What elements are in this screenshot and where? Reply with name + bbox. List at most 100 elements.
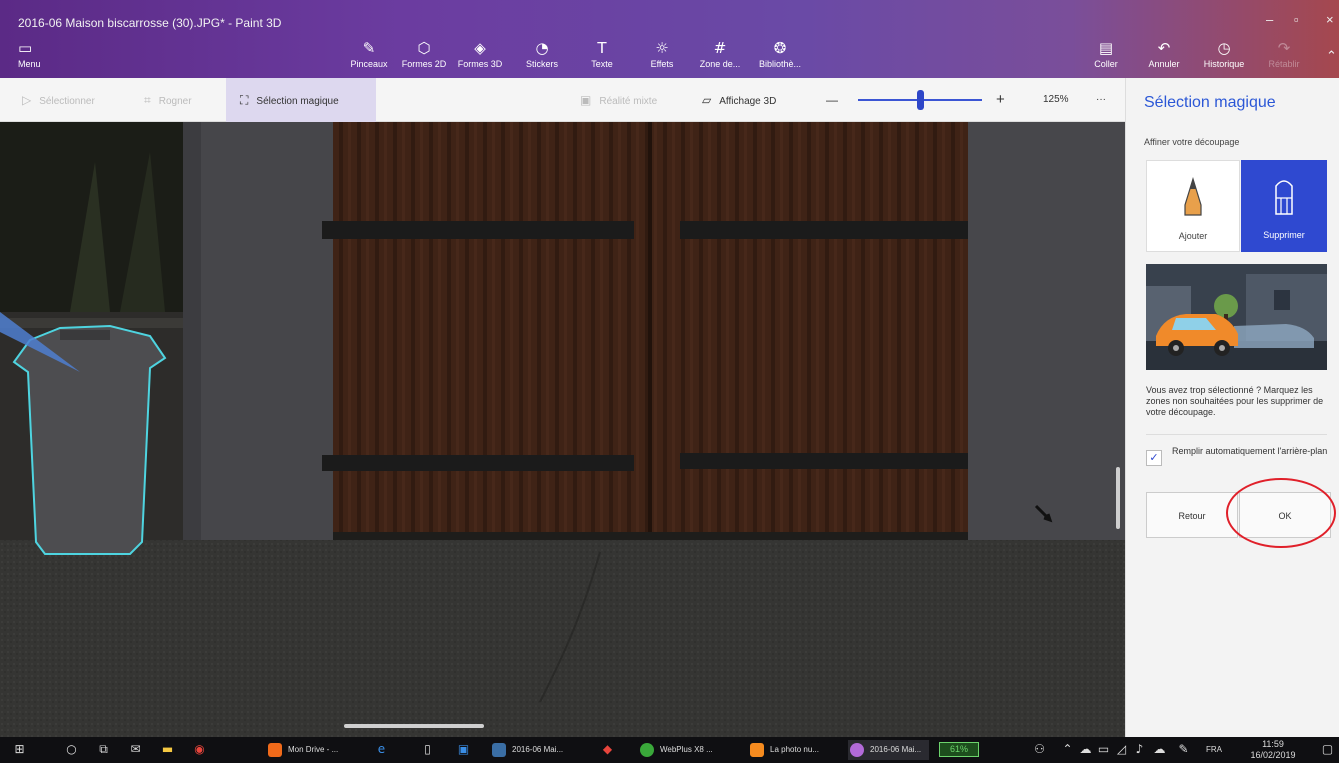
- photo-garage-door: [0, 122, 1125, 737]
- maximize-button[interactable]: ▫: [1294, 12, 1299, 27]
- battery-tray-icon[interactable]: ▭: [1096, 742, 1111, 757]
- sticker-icon: ◔: [535, 39, 549, 57]
- more-options-button[interactable]: ···: [1096, 78, 1106, 122]
- redo-icon: ↷: [1277, 39, 1291, 57]
- vertical-scrollbar[interactable]: [1116, 467, 1120, 529]
- eraser-remove-icon: [1275, 180, 1293, 215]
- cursor-icon: ▷: [22, 93, 32, 107]
- select-tool[interactable]: ▷ Sélectionner: [22, 78, 95, 122]
- autofill-label: Remplir automatiquement l'arrière-plan: [1172, 446, 1328, 456]
- file-explorer-icon[interactable]: ▬: [160, 742, 175, 757]
- cloud-icon[interactable]: ☁: [1078, 742, 1093, 757]
- pencil-add-icon: [1184, 177, 1202, 216]
- autofill-checkbox[interactable]: ✓: [1146, 450, 1162, 466]
- chevron-up-icon[interactable]: ⌃: [1060, 742, 1075, 757]
- mixed-reality-button[interactable]: ▣ Réalité mixte: [580, 78, 657, 122]
- horizontal-scrollbar[interactable]: [344, 724, 484, 728]
- crop-grid-icon: #: [713, 39, 727, 57]
- paint3d-icon: [850, 743, 864, 757]
- window-title: 2016-06 Maison biscarrosse (30).JPG* - P…: [18, 16, 282, 30]
- app-blue-icon[interactable]: ▣: [456, 742, 471, 757]
- shapes-2d-icon: ⬡: [417, 39, 431, 57]
- add-mode-button[interactable]: Ajouter: [1146, 160, 1240, 252]
- view-3d-icon: ▱: [702, 93, 712, 107]
- magic-select-tool[interactable]: ⛶ Sélection magique: [226, 78, 376, 122]
- chrome-icon[interactable]: ◉: [192, 742, 207, 757]
- tool-canvas-button[interactable]: # Zone de...: [692, 39, 748, 70]
- magic-select-toolbar: ▷ Sélectionner ⌗ Rogner ⛶ Sélection magique…: [0, 78, 1125, 122]
- canvas[interactable]: [0, 122, 1125, 737]
- minimize-button[interactable]: –: [1266, 12, 1273, 27]
- battery-indicator[interactable]: 61%: [939, 742, 979, 757]
- powerpoint-icon: [750, 743, 764, 757]
- network-icon[interactable]: ◿: [1114, 742, 1129, 757]
- history-button[interactable]: ◷ Historique: [1196, 39, 1252, 70]
- task-view-icon[interactable]: ⧉: [96, 742, 111, 757]
- undo-icon: ↶: [1157, 39, 1171, 57]
- panel-title: Sélection magique: [1144, 94, 1276, 111]
- language-indicator[interactable]: FRA: [1206, 745, 1222, 754]
- zoom-out-button[interactable]: —: [826, 78, 838, 122]
- paint3d-window: 2016-06 Maison biscarrosse (30).JPG* - P…: [0, 0, 1339, 763]
- tool-2d-shapes-button[interactable]: ⬡ Formes 2D: [396, 39, 452, 70]
- paste-button[interactable]: ▤ Coller: [1078, 39, 1134, 70]
- ribbon: 2016-06 Maison biscarrosse (30).JPG* - P…: [0, 0, 1339, 78]
- back-button[interactable]: Retour: [1146, 492, 1238, 538]
- photos-icon: [492, 743, 506, 757]
- panel-description: Vous avez trop sélectionné ? Marquez les…: [1146, 385, 1324, 417]
- close-button[interactable]: ×: [1326, 12, 1334, 27]
- zoom-level[interactable]: 125%: [1043, 78, 1069, 122]
- search-circle-icon[interactable]: ○: [64, 742, 79, 757]
- tool-3d-shapes-button[interactable]: ◈ Formes 3D: [452, 39, 508, 70]
- edge-icon[interactable]: e: [374, 742, 389, 757]
- onedrive-icon[interactable]: ☁: [1152, 742, 1167, 757]
- car-illustration: [1146, 264, 1327, 370]
- magic-select-icon: ⛶: [240, 93, 249, 107]
- undo-button[interactable]: ↶ Annuler: [1136, 39, 1192, 70]
- library-icon: ❂: [773, 39, 787, 57]
- tool-library-button[interactable]: ❂ Bibliothè...: [752, 39, 808, 70]
- redo-button[interactable]: ↷ Rétablir: [1256, 39, 1312, 70]
- tablet-icon[interactable]: ▯: [420, 742, 435, 757]
- mail-icon[interactable]: ✉: [128, 742, 143, 757]
- crop-tool[interactable]: ⌗ Rogner: [144, 78, 192, 122]
- zoom-slider-thumb[interactable]: [916, 90, 924, 110]
- view-3d-button[interactable]: ▱ Affichage 3D: [702, 78, 776, 122]
- tool-stickers-button[interactable]: ◔ Stickers: [514, 39, 570, 70]
- crop-icon: ⌗: [144, 93, 151, 107]
- firefox-icon: [268, 743, 282, 757]
- brush-icon: ✎: [362, 39, 376, 57]
- taskbar-app-webplus[interactable]: WebPlus X8 ...: [638, 740, 713, 760]
- volume-icon[interactable]: ♪: [1132, 742, 1147, 757]
- zoom-in-button[interactable]: +: [996, 78, 1005, 122]
- cube-icon: ◈: [474, 39, 486, 57]
- webplus-icon: [640, 743, 654, 757]
- panel-subtitle: Affiner votre découpage: [1144, 137, 1240, 147]
- app-red-icon[interactable]: ◆: [600, 742, 615, 757]
- tool-brushes-button[interactable]: ✎ Pinceaux: [341, 39, 397, 70]
- taskbar-app-paint3d[interactable]: 2016-06 Mai...: [848, 740, 930, 760]
- mixed-reality-icon: ▣: [580, 93, 592, 107]
- taskbar-app-firefox[interactable]: Mon Drive - ...: [266, 740, 338, 760]
- tool-text-button[interactable]: T Texte: [574, 39, 630, 70]
- clipboard-icon: ▤: [1098, 39, 1114, 57]
- windows-start-icon[interactable]: ⊞: [12, 742, 27, 757]
- people-icon[interactable]: ⚇: [1032, 742, 1047, 757]
- text-icon: T: [597, 39, 607, 57]
- pen-icon[interactable]: ✎: [1176, 742, 1191, 757]
- tool-effects-button[interactable]: ☼ Effets: [634, 39, 690, 70]
- ok-highlight-ring: [1226, 478, 1336, 548]
- history-icon: ◷: [1217, 39, 1231, 57]
- folder-icon: ▭: [18, 39, 33, 57]
- collapse-ribbon-icon[interactable]: ⌃: [1326, 48, 1337, 64]
- taskbar: ⊞ ○ ⧉ ✉ ▬ ◉ Mon Drive - ... e ▯ ▣ 2016-0…: [0, 737, 1339, 763]
- sun-icon: ☼: [655, 39, 669, 57]
- remove-mode-button[interactable]: Supprimer: [1241, 160, 1327, 252]
- taskbar-app-photos[interactable]: 2016-06 Mai...: [490, 740, 563, 760]
- notification-icon[interactable]: ▢: [1320, 742, 1335, 757]
- clock[interactable]: 11:59 16/02/2019: [1248, 739, 1298, 761]
- magic-select-panel: Sélection magique Affiner votre découpag…: [1125, 78, 1339, 737]
- taskbar-app-powerpoint[interactable]: La photo nu...: [748, 740, 819, 760]
- menu-button[interactable]: ▭ Menu: [18, 39, 64, 70]
- panel-divider: [1146, 434, 1327, 435]
